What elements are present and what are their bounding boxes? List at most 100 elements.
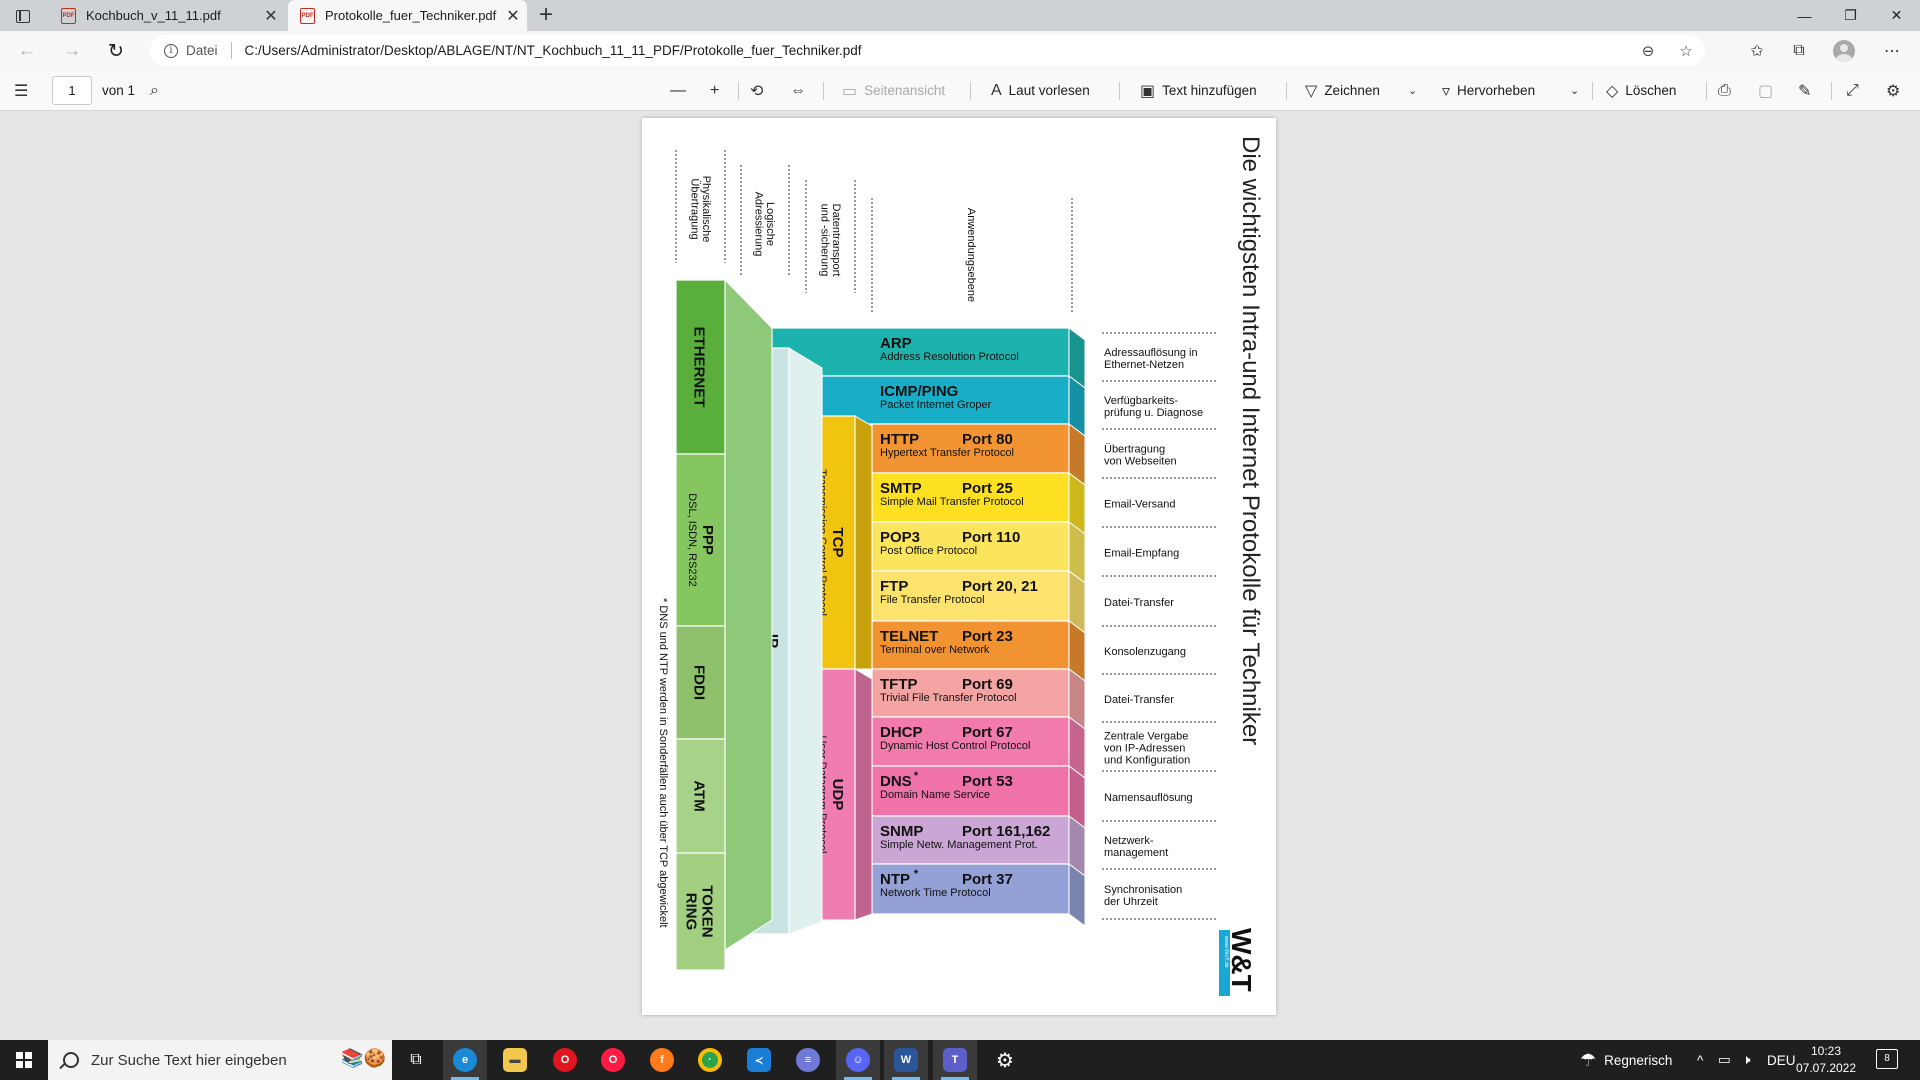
brand-logo: W&T [1226,928,1257,992]
profile-button[interactable] [1826,37,1862,65]
chrome-icon[interactable]: · [688,1040,732,1080]
tab-protokolle[interactable]: PDF Protokolle_fuer_Techniker.pdf ✕ [288,0,527,31]
physical-side [724,278,773,951]
erase-button[interactable]: ◇ Löschen [1606,70,1676,111]
teams-icon[interactable]: T [933,1040,977,1080]
task-view-icon[interactable]: ⧉ [394,1040,438,1080]
volume-muted-icon[interactable]: 🕨 [1742,1040,1751,1080]
divider [1706,82,1707,100]
network-icon[interactable]: ▭ [1718,1040,1731,1080]
protocol-footnote-mark: * [914,868,919,880]
print-icon[interactable]: ⎙ [1718,70,1738,111]
tcp-label-line: TCP [829,528,846,558]
highlight-label: Hervorheben [1457,83,1536,98]
physical-label: TOKENRING [683,885,716,937]
draw-label: Zeichnen [1324,83,1380,98]
opera-gx-icon[interactable]: O [591,1040,635,1080]
pen-icon: ▽ [1305,82,1318,100]
search-placeholder: Zur Suche Text hier eingeben [91,1051,287,1069]
app-icon[interactable]: ≡ [786,1040,830,1080]
protocol-name: HTTP [880,431,919,448]
highlight-button[interactable]: ▿ Hervorheben [1442,70,1535,111]
tab-close-icon[interactable]: ✕ [257,6,285,26]
physical-label-line: ETHERNET [691,327,708,408]
draw-button[interactable]: ▽ Zeichnen [1305,70,1380,111]
protocol-name: ARP [880,335,912,352]
zoom-out-icon[interactable]: ⊖ [1629,42,1667,60]
protocol-port: Port 25 [962,480,1013,497]
start-button[interactable] [0,1040,48,1080]
divider [1286,82,1287,100]
collections-icon[interactable]: ⧉ [1781,37,1817,65]
tab-close-icon[interactable]: ✕ [499,6,527,26]
opera-icon[interactable]: O [543,1040,587,1080]
page-view-button[interactable]: ▭ Seitenansicht [842,70,945,111]
draw-options-chevron-icon[interactable]: ⌄ [1408,70,1424,111]
chat-app-icon[interactable]: ☺ [836,1040,880,1080]
find-icon[interactable]: ⌕ [150,70,166,111]
page-number-input[interactable]: 1 [52,76,92,105]
edge-app-icon[interactable]: e [443,1040,487,1080]
weather-widget[interactable]: ☂ Regnerisch [1580,1040,1672,1080]
vscode-icon[interactable]: ≺ [737,1040,781,1080]
protocol-description: Zentrale Vergabe [1104,731,1188,743]
taskbar: Zur Suche Text hier eingeben 📚🍪 ⧉ e ▬ O … [0,1040,1920,1080]
show-hidden-icons[interactable]: ^ [1697,1040,1703,1080]
file-explorer-icon[interactable]: ▬ [493,1040,537,1080]
protocol-description: Konsolenzugang [1104,646,1186,658]
add-text-button[interactable]: ▣ Text hinzufügen [1140,70,1257,111]
tab-strip: PDF Kochbuch_v_11_11.pdf ✕ PDF Protokoll… [0,0,1920,31]
firefox-icon[interactable]: f [640,1040,684,1080]
tab-actions-button[interactable] [8,5,38,27]
protocol-name: FTP [880,578,908,595]
forward-icon[interactable]: → [57,37,87,65]
highlight-options-chevron-icon[interactable]: ⌄ [1570,70,1586,111]
zoom-in-button[interactable]: + [710,70,726,111]
minimize-icon[interactable]: — [1782,0,1827,31]
zoom-out-button[interactable]: — [670,70,693,111]
protocol-description: Verfügbarkeits- [1104,395,1178,407]
text-box-icon: ▣ [1140,82,1156,100]
notifications-icon[interactable]: 8 [1876,1049,1898,1069]
url-text[interactable]: C:/Users/Administrator/Desktop/ABLAGE/NT… [245,43,862,58]
add-favorite-icon[interactable]: ☆ [1667,42,1705,60]
back-icon[interactable]: ← [12,37,42,65]
udp-label-line: UDP [829,779,846,811]
more-menu-icon[interactable]: ⋯ [1874,37,1910,65]
protocol-port: Port 110 [962,529,1020,546]
contents-icon[interactable]: ☰ [14,70,35,111]
divider [1831,82,1832,100]
protocol-full-name: File Transfer Protocol [880,594,985,606]
physical-label-line: RING [683,893,700,931]
settings-gear-icon[interactable]: ⚙ [1886,70,1907,111]
settings-app-icon[interactable]: ⚙ [983,1040,1027,1080]
close-window-icon[interactable]: ✕ [1874,0,1919,31]
protocol-full-name: Address Resolution Protocol [880,351,1019,363]
save-icon[interactable]: ▢ [1758,70,1780,111]
protocol-description: von IP-Adressen [1104,743,1185,755]
reload-icon[interactable]: ↻ [101,37,131,65]
tab-title: Kochbuch_v_11_11.pdf [86,8,221,23]
clock[interactable]: 10:23 07.07.2022 [1784,1043,1868,1077]
weather-text: Regnerisch [1604,1052,1673,1068]
protocol-name: DHCP [880,724,923,741]
taskbar-search[interactable]: Zur Suche Text hier eingeben 📚🍪 [48,1040,392,1080]
word-icon[interactable]: W [884,1040,928,1080]
protocol-description: Synchronisation [1104,884,1182,896]
info-icon[interactable]: i [164,43,178,58]
favorites-icon[interactable]: ✩ [1739,37,1775,65]
fullscreen-icon[interactable]: ⤢ [1846,70,1866,111]
restore-icon[interactable]: ❐ [1828,0,1873,31]
url-field[interactable]: i Datei C:/Users/Administrator/Desktop/A… [150,35,1705,66]
new-tab-icon[interactable]: + [533,3,559,29]
url-scheme: Datei [186,43,218,58]
tab-kochbuch[interactable]: PDF Kochbuch_v_11_11.pdf ✕ [49,0,285,31]
read-aloud-button[interactable]: A Laut vorlesen [991,70,1090,111]
url-actions: ⊖ ☆ [1629,35,1705,66]
layer-label: Anwendungsebene [965,208,977,302]
rotate-icon[interactable]: ⟲ [750,70,770,111]
fit-page-icon[interactable]: ⇔ [790,70,813,111]
save-as-icon[interactable]: ✎ [1798,70,1818,111]
divider [1119,82,1120,100]
protocol-description: Ethernet-Netzen [1104,359,1184,371]
